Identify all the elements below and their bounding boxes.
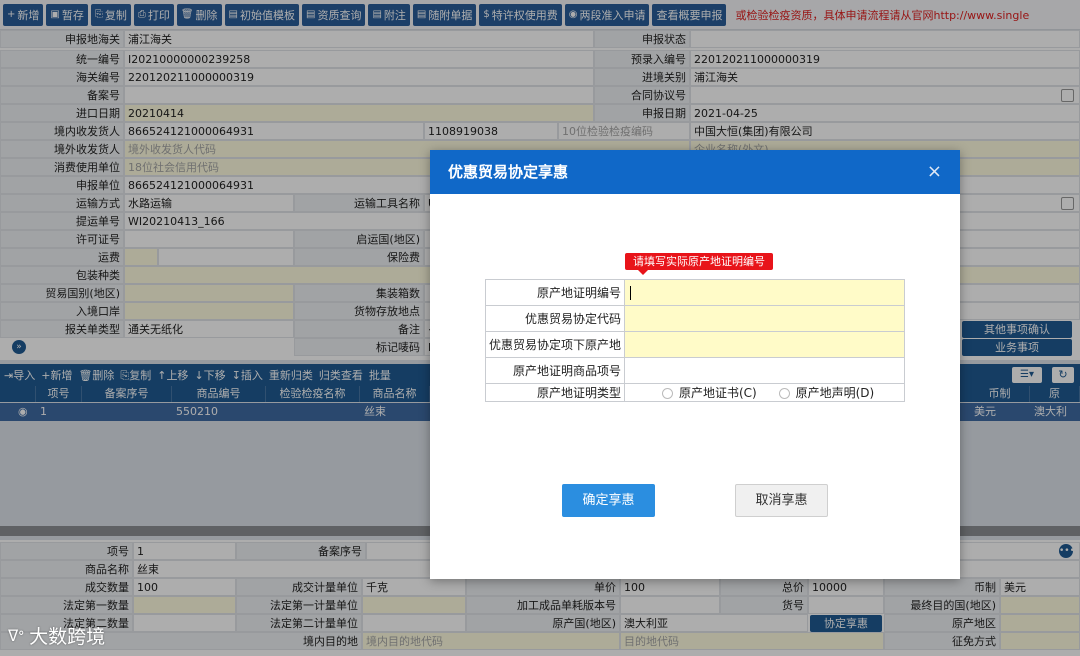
certificate-number-input[interactable] [624, 279, 905, 306]
certificate-type-group: 原产地证书(C) 原产地声明(D) [624, 383, 905, 402]
form-row: 原产地证明类型 原产地证书(C) 原产地声明(D) [485, 383, 905, 402]
validation-tooltip: 请填写实际原产地证明编号 [625, 253, 773, 270]
tooltip-arrow [638, 270, 648, 275]
cancel-benefit-button[interactable]: 取消享惠 [735, 484, 828, 517]
dialog-header: 优惠贸易协定享惠 × [430, 150, 960, 194]
confirm-benefit-button[interactable]: 确定享惠 [562, 484, 655, 517]
radio-certificate-label[interactable]: 原产地证书(C) [679, 386, 757, 400]
field-label: 原产地证明商品项号 [485, 357, 625, 384]
logo-icon: ᐁᐤ [8, 626, 25, 645]
form-row: 优惠贸易协定代码 [485, 305, 905, 332]
field-label: 原产地证明编号 [485, 279, 625, 306]
agreement-form: 原产地证明编号 优惠贸易协定代码 优惠贸易协定项下原产地 原产地证明商品项号 原… [485, 279, 905, 402]
radio-declaration-label[interactable]: 原产地声明(D) [796, 386, 875, 400]
field-label: 优惠贸易协定项下原产地 [485, 331, 625, 358]
field-label: 原产地证明类型 [485, 383, 625, 402]
field-label: 优惠贸易协定代码 [485, 305, 625, 332]
preferential-trade-dialog: 优惠贸易协定享惠 × 请填写实际原产地证明编号 原产地证明编号 优惠贸易协定代码… [430, 150, 960, 579]
form-row: 优惠贸易协定项下原产地 [485, 331, 905, 358]
text-cursor [630, 285, 631, 300]
dialog-title: 优惠贸易协定享惠 [448, 163, 569, 181]
form-row: 原产地证明编号 [485, 279, 905, 306]
watermark-logo: ᐁᐤ 大数跨境 [8, 622, 105, 649]
certificate-item-input[interactable] [624, 357, 905, 384]
radio-certificate[interactable] [662, 388, 673, 399]
agreement-code-input[interactable] [624, 305, 905, 332]
watermark-text: 大数跨境 [29, 626, 106, 648]
close-icon[interactable]: × [927, 150, 942, 194]
form-row: 原产地证明商品项号 [485, 357, 905, 384]
radio-declaration[interactable] [778, 388, 790, 399]
agreement-origin-input[interactable] [624, 331, 905, 358]
